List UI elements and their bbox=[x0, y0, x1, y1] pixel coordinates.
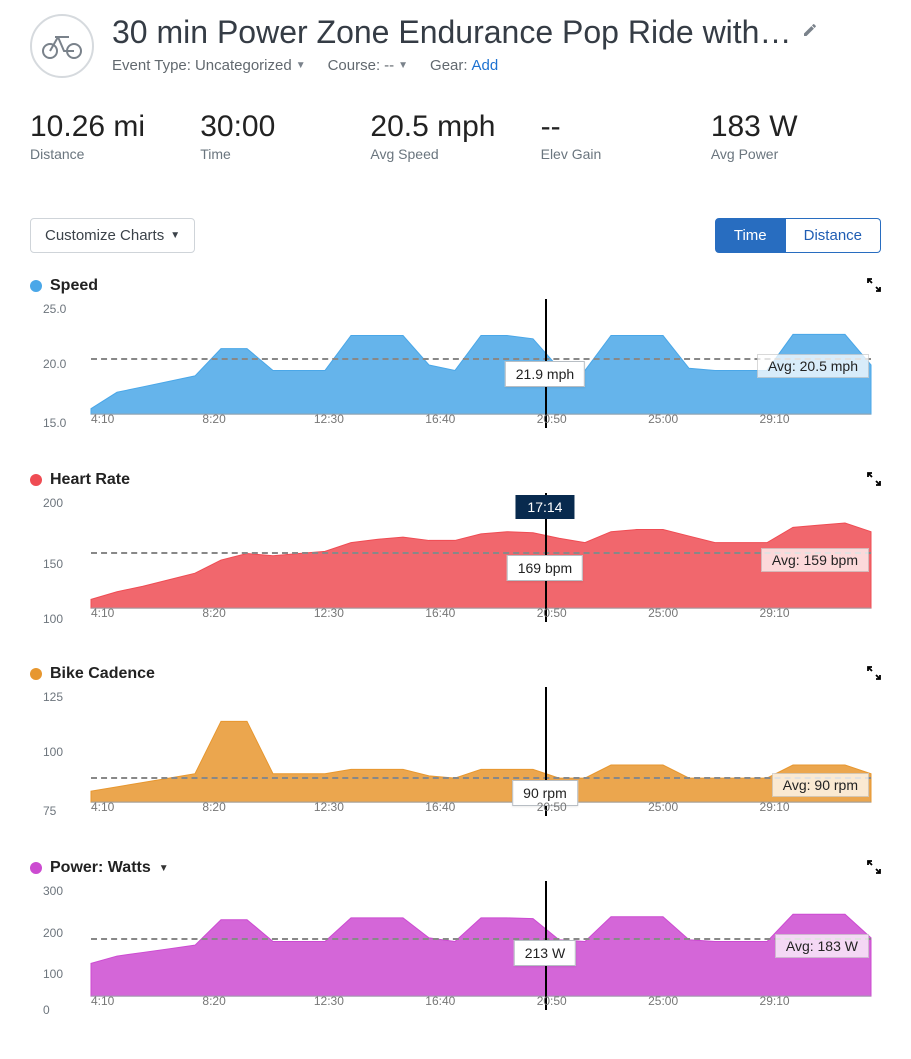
y-axis-tick: 75 bbox=[43, 804, 56, 818]
event-type-value: Uncategorized bbox=[195, 57, 292, 74]
chart-hr: Heart Rate 200 150 100 Avg: 159 bpm 169 bpm 17… bbox=[30, 471, 881, 623]
stat-distance: 10.26 mi Distance bbox=[30, 110, 200, 162]
edit-title-icon[interactable] bbox=[802, 22, 818, 43]
y-axis-tick: 200 bbox=[43, 496, 63, 510]
event-type-label: Event Type: bbox=[112, 57, 191, 74]
add-gear-link[interactable]: Add bbox=[472, 57, 499, 74]
y-axis-tick: 15.0 bbox=[43, 416, 66, 430]
chart-tooltip: 213 W bbox=[514, 940, 576, 966]
chart-plot[interactable]: 25.020.015.0Avg: 20.5 mph21.9 mph4:108:2… bbox=[30, 299, 881, 429]
chart-title-label: Bike Cadence bbox=[50, 665, 155, 683]
expand-chart-icon[interactable] bbox=[867, 472, 881, 489]
stat-time: 30:00 Time bbox=[200, 110, 370, 162]
avg-badge: Avg: 183 W bbox=[775, 934, 869, 958]
legend-dot bbox=[30, 474, 42, 486]
course-selector[interactable]: Course: -- ▼ bbox=[328, 57, 408, 74]
expand-chart-icon[interactable] bbox=[867, 860, 881, 877]
stat-avg-speed: 20.5 mph Avg Speed bbox=[370, 110, 540, 162]
chart-plot[interactable]: 200150100Avg: 159 bpm169 bpm17:144:108:2… bbox=[30, 493, 881, 623]
y-axis-tick: 0 bbox=[43, 1003, 50, 1017]
chart-power: Power: Watts▼3002001000Avg: 183 W213 W4:… bbox=[30, 859, 881, 1011]
expand-chart-icon[interactable] bbox=[867, 666, 881, 683]
y-axis-tick: 200 bbox=[43, 926, 63, 940]
y-axis-tick: 125 bbox=[43, 690, 63, 704]
chevron-down-icon[interactable]: ▼ bbox=[159, 863, 169, 874]
y-axis-tick: 150 bbox=[43, 557, 63, 571]
course-label: Course: bbox=[328, 57, 381, 74]
gear-field: Gear: Add bbox=[430, 57, 498, 74]
gear-label: Gear: bbox=[430, 57, 468, 74]
page-title: 30 min Power Zone Endurance Pop Ride wit… bbox=[112, 14, 792, 51]
chevron-down-icon: ▼ bbox=[296, 60, 306, 71]
chart-title-label: Heart Rate bbox=[50, 471, 130, 489]
chart-title-label: Speed bbox=[50, 277, 98, 295]
y-axis-tick: 100 bbox=[43, 745, 63, 759]
chart-tooltip: 21.9 mph bbox=[505, 361, 585, 387]
chart-title-label: Power: Watts bbox=[50, 859, 151, 877]
y-axis-tick: 100 bbox=[43, 612, 63, 626]
toggle-time-button[interactable]: Time bbox=[715, 218, 786, 253]
toggle-distance-button[interactable]: Distance bbox=[786, 218, 881, 253]
summary-stats: 10.26 mi Distance 30:00 Time 20.5 mph Av… bbox=[30, 110, 881, 162]
y-axis-tick: 25.0 bbox=[43, 302, 66, 316]
avg-line bbox=[91, 358, 871, 360]
stat-avg-power: 183 W Avg Power bbox=[711, 110, 881, 162]
y-axis-tick: 300 bbox=[43, 884, 63, 898]
y-axis-tick: 20.0 bbox=[43, 357, 66, 371]
chart-plot[interactable]: 3002001000Avg: 183 W213 W4:108:2012:3016… bbox=[30, 881, 881, 1011]
chart-plot[interactable]: 12510075Avg: 90 rpm90 rpm4:108:2012:3016… bbox=[30, 687, 881, 817]
cursor-time-badge: 17:14 bbox=[515, 495, 574, 519]
y-axis-tick: 100 bbox=[43, 967, 63, 981]
stat-elev-gain: -- Elev Gain bbox=[541, 110, 711, 162]
customize-charts-button[interactable]: Customize Charts ▼ bbox=[30, 218, 195, 253]
avg-badge: Avg: 90 rpm bbox=[772, 773, 869, 797]
legend-dot bbox=[30, 862, 42, 874]
legend-dot bbox=[30, 280, 42, 292]
event-type-selector[interactable]: Event Type: Uncategorized ▼ bbox=[112, 57, 306, 74]
chart-tooltip: 90 rpm bbox=[512, 780, 578, 806]
avg-line bbox=[91, 777, 871, 779]
activity-type-icon bbox=[30, 14, 94, 78]
course-value: -- bbox=[384, 57, 394, 74]
chevron-down-icon: ▼ bbox=[398, 60, 408, 71]
avg-badge: Avg: 159 bpm bbox=[761, 548, 869, 572]
chart-tooltip: 169 bpm bbox=[507, 555, 583, 581]
expand-chart-icon[interactable] bbox=[867, 278, 881, 295]
chart-cadence: Bike Cadence12510075Avg: 90 rpm90 rpm4:1… bbox=[30, 665, 881, 817]
avg-line bbox=[91, 552, 871, 554]
avg-line bbox=[91, 938, 871, 940]
avg-badge: Avg: 20.5 mph bbox=[757, 354, 869, 378]
x-axis-toggle: Time Distance bbox=[715, 218, 881, 253]
legend-dot bbox=[30, 668, 42, 680]
chart-speed: Speed25.020.015.0Avg: 20.5 mph21.9 mph4:… bbox=[30, 277, 881, 429]
chevron-down-icon: ▼ bbox=[170, 230, 180, 241]
